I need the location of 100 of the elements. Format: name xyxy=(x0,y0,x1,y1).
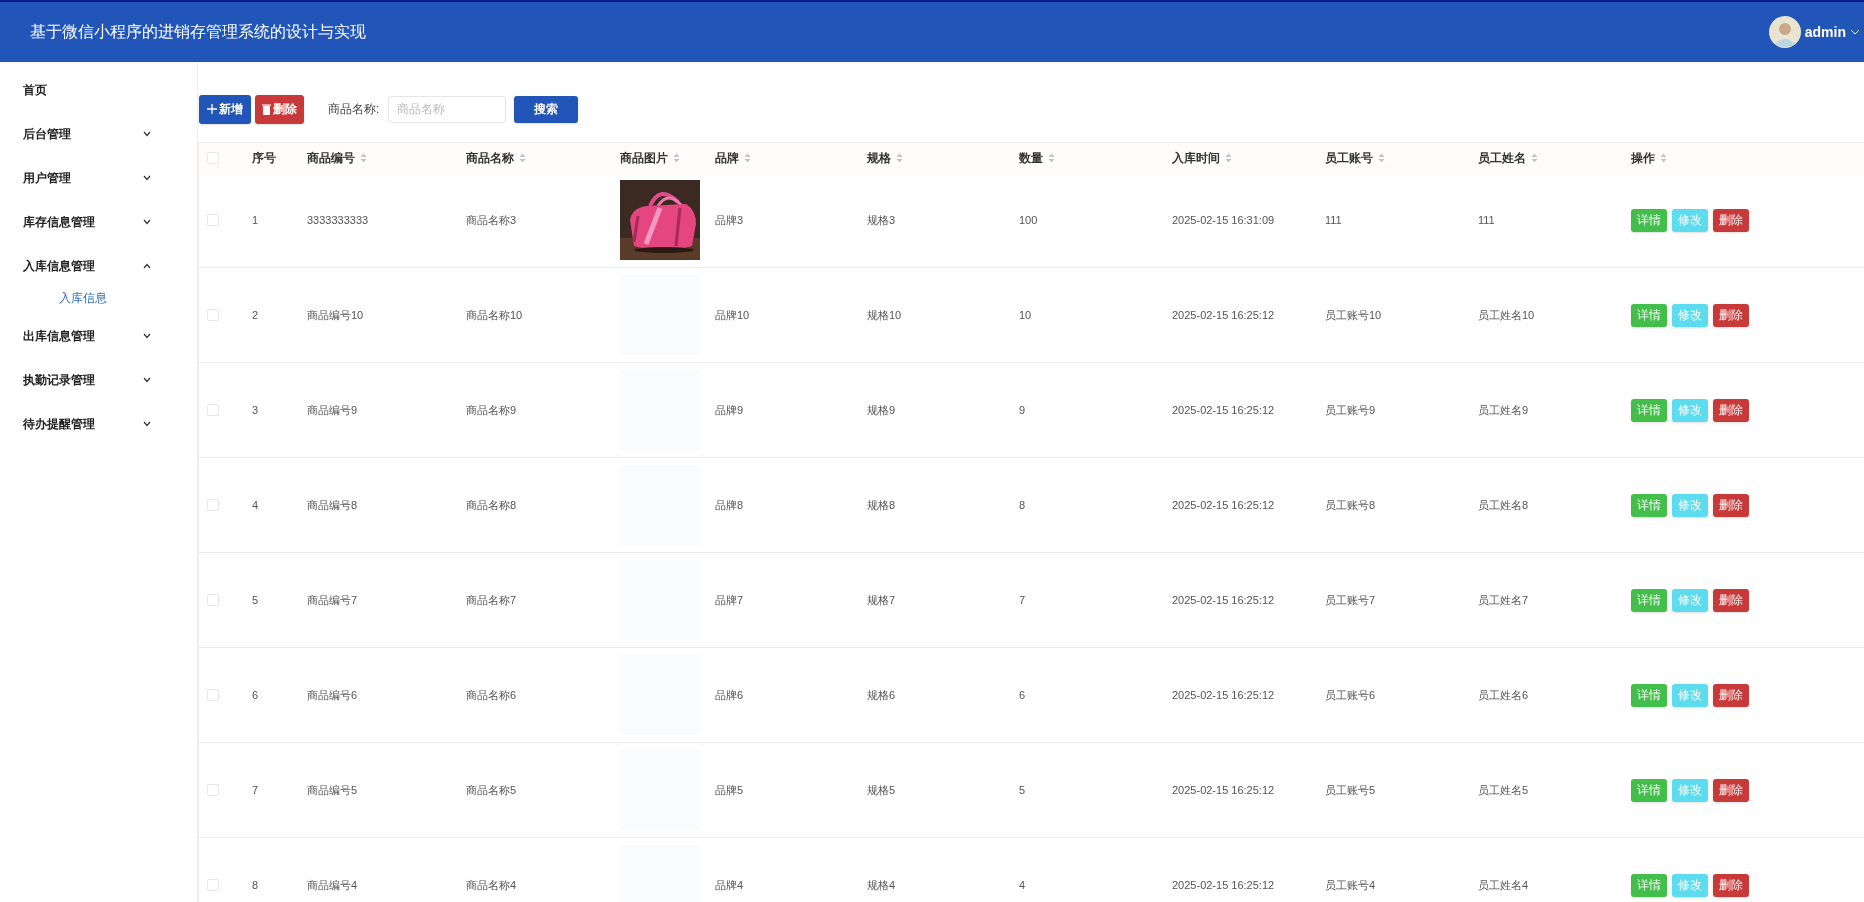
table-cell-text: 2025-02-15 16:25:12 xyxy=(1172,782,1275,798)
column-header: 员工账号 xyxy=(1325,150,1373,167)
table-cell-text: 品牌7 xyxy=(715,592,744,608)
table-cell-text: 员工账号10 xyxy=(1325,307,1382,323)
table-cell-text: 111 xyxy=(1478,212,1495,228)
table-cell-text: 商品编号9 xyxy=(307,402,358,418)
table-cell-text: 5 xyxy=(252,592,259,608)
sort-icon[interactable] xyxy=(1378,153,1385,163)
delete-button[interactable]: 删除 xyxy=(1713,493,1749,517)
delete-button[interactable]: 删除 xyxy=(1713,208,1749,232)
table-cell-text: 商品名称5 xyxy=(466,782,517,798)
sidebar-item[interactable]: 出库信息管理 xyxy=(23,327,95,345)
table-cell-text: 111 xyxy=(1325,212,1342,228)
sort-icon[interactable] xyxy=(896,153,903,163)
trash-icon xyxy=(262,103,271,115)
delete-button[interactable]: 删除 xyxy=(255,94,304,124)
table-cell-text: 员工账号6 xyxy=(1325,687,1376,703)
column-header: 商品名称 xyxy=(466,150,514,167)
table-cell-text: 员工姓名6 xyxy=(1478,687,1529,703)
table-cell-text: 商品编号5 xyxy=(307,782,358,798)
table-cell-text: 员工账号7 xyxy=(1325,592,1376,608)
table-cell-text: 2 xyxy=(252,307,259,323)
table-cell-text: 员工姓名4 xyxy=(1478,877,1529,893)
table-cell-text: 2025-02-15 16:25:12 xyxy=(1172,687,1275,703)
table-cell-text: 2025-02-15 16:25:12 xyxy=(1172,497,1275,513)
table-cell-text: 商品编号7 xyxy=(307,592,358,608)
table-cell-text: 品牌9 xyxy=(715,402,744,418)
delete-button[interactable]: 删除 xyxy=(1713,683,1749,707)
table-cell-text: 4 xyxy=(252,497,259,513)
table-cell-text: 6 xyxy=(252,687,259,703)
table-cell-text: 3 xyxy=(252,402,259,418)
table-cell-text: 规格7 xyxy=(867,592,896,608)
table-cell-text: 规格10 xyxy=(867,307,902,323)
table-cell-text: 员工姓名10 xyxy=(1478,307,1535,323)
table-cell-text: 商品名称3 xyxy=(466,212,517,228)
table-cell-text: 员工账号4 xyxy=(1325,877,1376,893)
sidebar-item[interactable]: 后台管理 xyxy=(23,125,71,143)
sort-icon[interactable] xyxy=(673,153,680,163)
table-cell-text: 10 xyxy=(1019,307,1032,323)
table-cell-text: 品牌10 xyxy=(715,307,750,323)
table-cell-text: 商品编号10 xyxy=(307,307,364,323)
table-cell-text: 4 xyxy=(1019,877,1026,893)
column-header: 操作 xyxy=(1631,150,1655,167)
sidebar-item[interactable]: 待办提醒管理 xyxy=(23,415,95,433)
table-cell-text: 规格6 xyxy=(867,687,896,703)
table-cell-text: 员工姓名9 xyxy=(1478,402,1529,418)
table-cell-text: 员工账号8 xyxy=(1325,497,1376,513)
column-header: 规格 xyxy=(867,150,891,167)
table-cell-text: 7 xyxy=(252,782,259,798)
column-header: 品牌 xyxy=(715,150,739,167)
search-label: 商品名称: xyxy=(328,101,380,118)
delete-button[interactable]: 删除 xyxy=(1713,778,1749,802)
table-cell-text: 6 xyxy=(1019,687,1026,703)
add-button[interactable]: 新增 xyxy=(199,94,251,124)
delete-button[interactable]: 删除 xyxy=(1713,303,1749,327)
column-header: 商品图片 xyxy=(620,150,668,167)
column-header: 数量 xyxy=(1019,150,1043,167)
sidebar-item[interactable]: 首页 xyxy=(23,81,47,99)
sidebar-item[interactable]: 入库信息管理 xyxy=(23,257,95,275)
column-header: 入库时间 xyxy=(1172,150,1220,167)
sidebar-item[interactable]: 库存信息管理 xyxy=(23,213,95,231)
table-cell-text: 员工姓名8 xyxy=(1478,497,1529,513)
table-cell-text: 8 xyxy=(252,877,259,893)
table-cell-text: 2025-02-15 16:31:09 xyxy=(1172,212,1275,228)
table-cell-text: 品牌4 xyxy=(715,877,744,893)
delete-button[interactable]: 删除 xyxy=(1713,588,1749,612)
app-title: 基于微信小程序的进销存管理系统的设计与实现 xyxy=(30,22,366,42)
table-cell-text: 商品名称10 xyxy=(466,307,523,323)
table-cell-text: 品牌5 xyxy=(715,782,744,798)
sort-icon[interactable] xyxy=(1660,153,1667,163)
table-cell-text: 品牌3 xyxy=(715,212,744,228)
sidebar-item[interactable]: 执勤记录管理 xyxy=(23,371,95,389)
avatar-icon xyxy=(1768,16,1801,48)
search-button[interactable]: 搜索 xyxy=(514,95,579,123)
table-cell-text: 商品名称7 xyxy=(466,592,517,608)
delete-button[interactable]: 删除 xyxy=(1713,873,1749,897)
table-cell-text: 规格4 xyxy=(867,877,896,893)
sort-icon[interactable] xyxy=(360,153,367,163)
column-header: 商品编号 xyxy=(307,150,355,167)
sidebar-item[interactable]: 用户管理 xyxy=(23,169,71,187)
user-menu[interactable]: admin xyxy=(1804,21,1846,43)
delete-button[interactable]: 删除 xyxy=(1713,398,1749,422)
sort-icon[interactable] xyxy=(1225,153,1232,163)
table-cell-text: 2025-02-15 16:25:12 xyxy=(1172,877,1275,893)
table-cell-text: 规格9 xyxy=(867,402,896,418)
sort-icon[interactable] xyxy=(1048,153,1055,163)
sort-icon[interactable] xyxy=(1531,153,1538,163)
table-cell-text: 商品编号8 xyxy=(307,497,358,513)
table-cell-text: 规格3 xyxy=(867,212,896,228)
column-header: 员工姓名 xyxy=(1478,150,1526,167)
sidebar-subitem[interactable]: 入库信息 xyxy=(59,289,107,307)
table-cell-text: 员工账号9 xyxy=(1325,402,1376,418)
table-cell-text: 1 xyxy=(252,212,259,228)
sort-icon[interactable] xyxy=(519,153,526,163)
table-cell-text: 2025-02-15 16:25:12 xyxy=(1172,402,1275,418)
plus-icon xyxy=(207,104,217,114)
sort-icon[interactable] xyxy=(744,153,751,163)
search-field[interactable]: 商品名称 xyxy=(388,95,507,123)
chevron-down-icon xyxy=(1850,28,1860,36)
table-cell-text: 员工姓名5 xyxy=(1478,782,1529,798)
